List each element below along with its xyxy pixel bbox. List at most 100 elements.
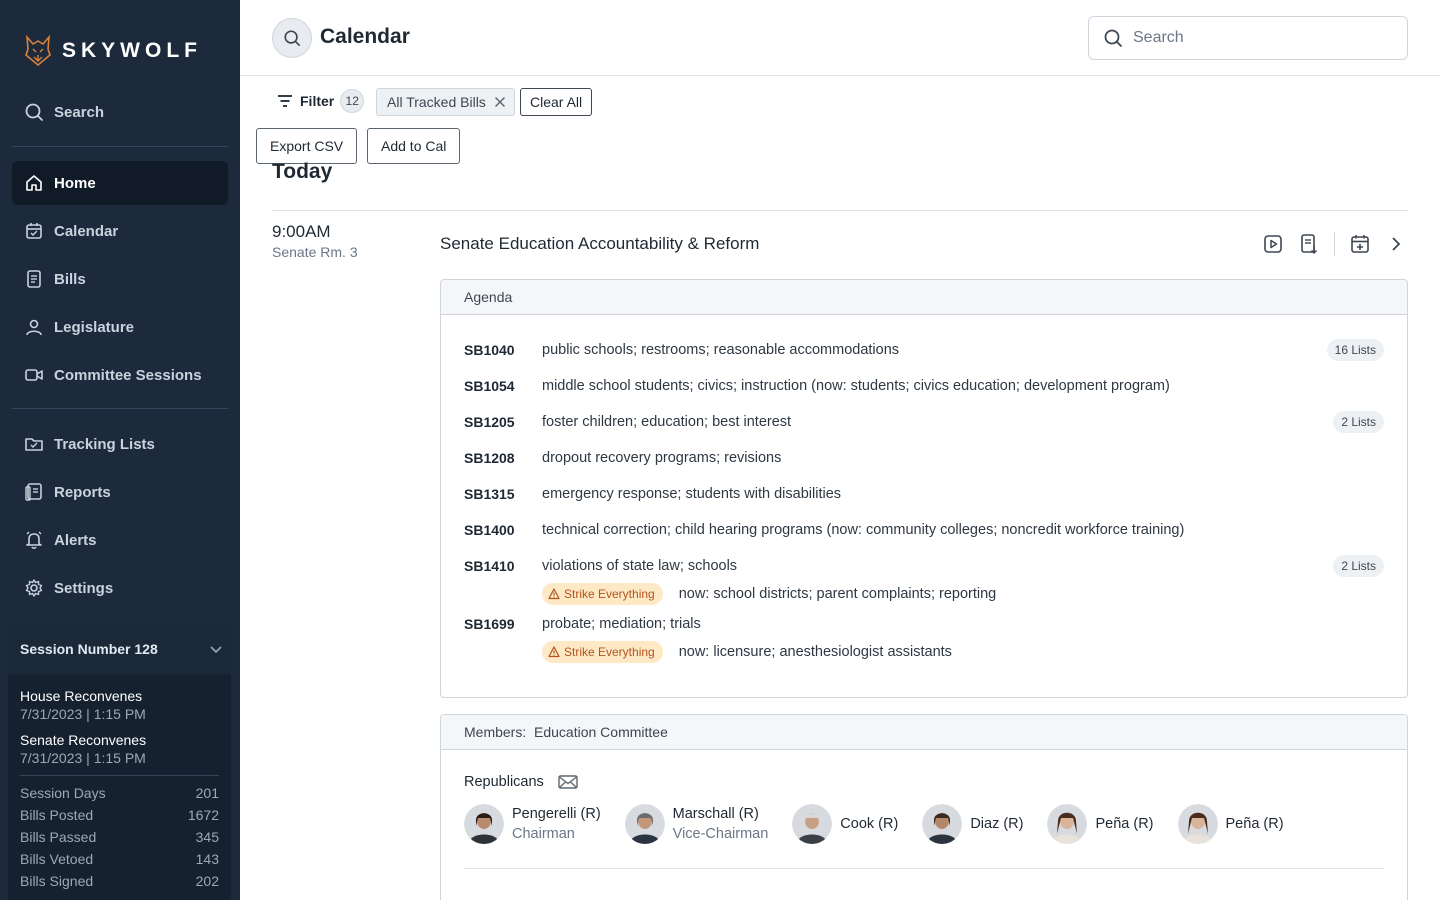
member-info: Peña (R) (1226, 814, 1284, 834)
sidebar-item-calendar[interactable]: Calendar (12, 209, 228, 253)
bill-description: middle school students; civics; instruct… (542, 378, 1170, 394)
session-stats: Session Days 201 Bills Posted 1672 Bills P… (20, 775, 219, 892)
bill-description: technical correction; child hearing prog… (542, 522, 1185, 538)
bill-number[interactable]: SB1054 (464, 373, 542, 399)
session-event[interactable]: Senate Reconvenes 7/31/2023 | 1:15 PM (20, 731, 219, 767)
day-divider (272, 210, 1408, 211)
member-list: Pengerelli (R) Chairman Marschall (R) Vi… (464, 804, 1384, 844)
stat-value: 345 (195, 829, 219, 845)
lists-badge[interactable]: 2 Lists (1333, 555, 1384, 577)
sidebar-item-tracking-lists[interactable]: Tracking Lists (12, 422, 228, 466)
member-card[interactable]: Cook (R) (792, 804, 898, 844)
search-input[interactable] (1133, 29, 1383, 47)
header-search-button[interactable] (272, 18, 312, 58)
top-header: Calendar (240, 0, 1440, 76)
sidebar-divider (12, 408, 228, 409)
calendar-add-icon[interactable] (1349, 233, 1371, 255)
event-title[interactable]: Senate Education Accountability & Reform (440, 234, 759, 254)
reports-icon (25, 483, 42, 501)
play-video-icon[interactable] (1262, 233, 1284, 255)
agenda-row[interactable]: SB1699 probate; mediation; trials Strike… (464, 611, 1384, 669)
filter-count-badge: 12 (340, 89, 365, 113)
avatar (1177, 804, 1218, 844)
bill-number[interactable]: SB1315 (464, 481, 542, 507)
bill-number[interactable]: SB1040 (464, 337, 542, 363)
sidebar-item-alerts[interactable]: Alerts (12, 518, 228, 562)
strike-everything-badge: Strike Everything (542, 641, 663, 663)
stat-value: 1672 (187, 807, 219, 823)
member-info: Cook (R) (840, 814, 898, 834)
agenda-row[interactable]: SB1315 emergency response; students with… (464, 481, 1384, 517)
warning-icon (548, 646, 560, 658)
filter-chip[interactable]: All Tracked Bills (376, 88, 515, 116)
sidebar-search-label: Search (54, 103, 105, 121)
close-icon[interactable] (494, 96, 506, 108)
session-dropdown[interactable]: Session Number 128 (8, 623, 231, 675)
bill-number[interactable]: SB1699 (464, 611, 542, 637)
stat-label: Bills Vetoed (20, 851, 94, 867)
agenda-row[interactable]: SB1054 middle school students; civics; i… (464, 373, 1384, 409)
member-card[interactable]: Pengerelli (R) Chairman (464, 804, 601, 844)
sidebar-item-bills[interactable]: Bills (12, 257, 228, 301)
agenda-row[interactable]: SB1205 foster children; education; best … (464, 409, 1384, 445)
event-room: Senate Rm. 3 (272, 244, 358, 260)
bell-icon (26, 531, 42, 549)
brand-logo[interactable]: SKYWOLF (24, 34, 202, 68)
strike-label: Strike Everything (564, 645, 655, 659)
member-info: Peña (R) (1095, 814, 1153, 834)
strike-line: Strike Everything now: licensure; anesth… (542, 641, 952, 663)
lists-badge[interactable]: 16 Lists (1326, 339, 1384, 361)
agenda-download-icon[interactable] (1298, 233, 1320, 255)
sidebar-search[interactable]: Search (24, 102, 104, 122)
agenda-row[interactable]: SB1208 dropout recovery programs; revisi… (464, 445, 1384, 481)
agenda-row[interactable]: SB1410 violations of state law; schools … (464, 553, 1384, 611)
session-stat: Bills Vetoed 143 (20, 848, 219, 870)
party-label: Republicans (464, 774, 544, 790)
filter-button[interactable]: Filter 12 (276, 89, 365, 113)
chevron-right-icon[interactable] (1385, 233, 1407, 255)
agenda-header: Agenda (441, 280, 1407, 315)
bill-description: foster children; education; best interes… (542, 414, 792, 430)
sidebar-item-label: Tracking Lists (54, 435, 155, 453)
bills-icon (27, 270, 41, 288)
agenda-row[interactable]: SB1400 technical correction; child heari… (464, 517, 1384, 553)
committee-name[interactable]: Education Committee (534, 724, 668, 740)
session-event[interactable]: House Reconvenes 7/31/2023 | 1:15 PM (20, 687, 219, 723)
member-card[interactable]: Diaz (R) (922, 804, 1023, 844)
export-csv-button[interactable]: Export CSV (256, 128, 358, 164)
bill-number[interactable]: SB1410 (464, 553, 542, 579)
stat-value: 201 (195, 785, 219, 801)
session-event-date: 7/31/2023 | 1:15 PM (20, 706, 146, 722)
bill-number[interactable]: SB1400 (464, 517, 542, 543)
add-to-cal-button[interactable]: Add to Cal (367, 128, 461, 164)
sidebar-item-legislature[interactable]: Legislature (12, 305, 228, 349)
member-role: Vice-Chairman (672, 826, 769, 842)
stat-value: 202 (195, 873, 219, 889)
filter-icon (278, 95, 292, 107)
sidebar-item-home[interactable]: Home (12, 161, 228, 205)
bill-details: violations of state law; schools Strike … (542, 553, 996, 611)
stat-label: Bills Signed (20, 873, 94, 889)
agenda-row[interactable]: SB1040 public schools; restrooms; reason… (464, 337, 1384, 373)
sidebar-item-reports[interactable]: Reports (12, 470, 228, 514)
member-info: Diaz (R) (970, 814, 1023, 834)
bill-number[interactable]: SB1208 (464, 445, 542, 471)
bill-number[interactable]: SB1205 (464, 409, 542, 435)
lists-badge[interactable]: 2 Lists (1333, 411, 1384, 433)
sidebar-item-settings[interactable]: Settings (12, 566, 228, 610)
filter-chip-label: All Tracked Bills (387, 94, 486, 110)
members-header: Members: Education Committee (441, 715, 1407, 750)
sidebar-item-committee-sessions[interactable]: Committee Sessions (12, 353, 228, 397)
avatar (792, 804, 833, 844)
mail-icon[interactable] (558, 774, 578, 790)
member-card[interactable]: Marschall (R) Vice-Chairman (624, 804, 769, 844)
video-icon (25, 369, 43, 381)
member-card[interactable]: Peña (R) (1047, 804, 1154, 844)
sidebar-item-label: Calendar (54, 222, 119, 240)
clear-all-button[interactable]: Clear All (520, 88, 593, 116)
amended-title: now: school districts; parent complaints… (678, 586, 997, 602)
agenda-card: Agenda SB1040 public schools; restrooms;… (440, 279, 1408, 698)
avatar (624, 804, 665, 844)
global-search[interactable] (1088, 16, 1408, 60)
member-card[interactable]: Peña (R) (1177, 804, 1284, 844)
